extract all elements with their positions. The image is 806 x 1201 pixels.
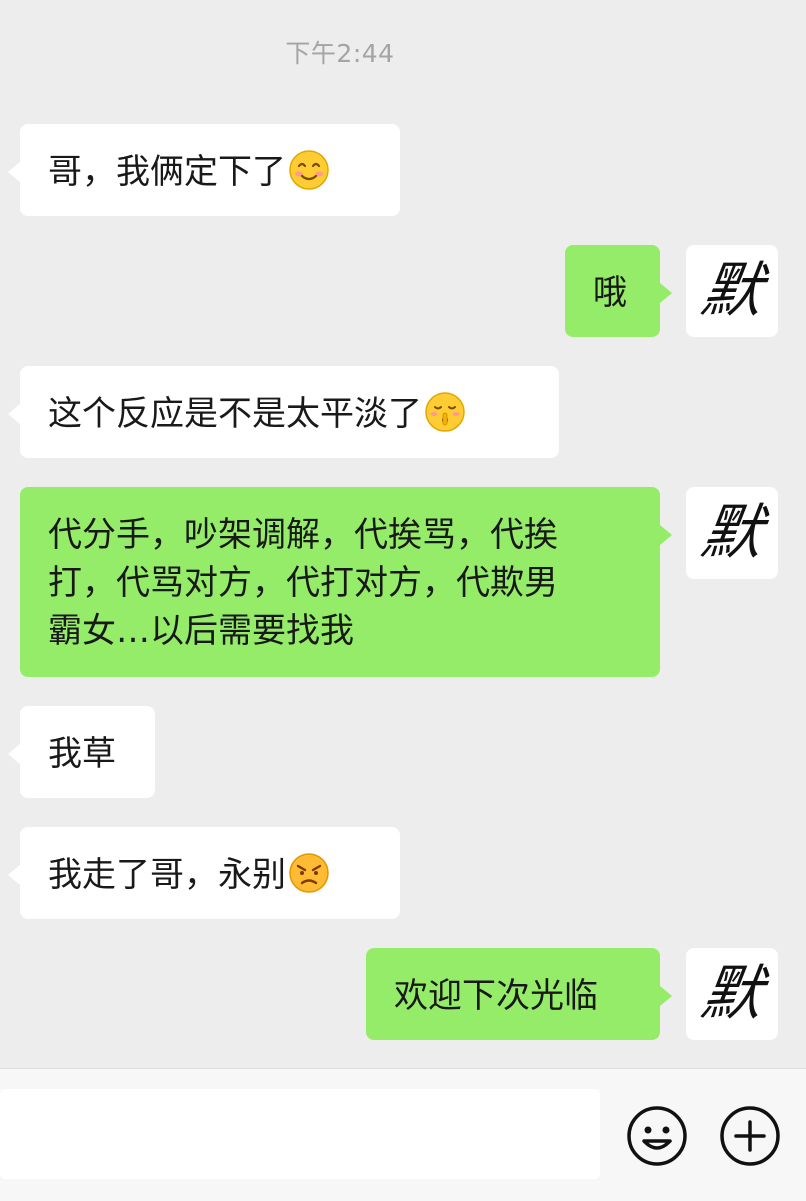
chat-area[interactable]: 下午2:44 哥，我俩定下了 哦 默 这个反应是不是太平淡了 代分手，吵架调解，…: [0, 0, 806, 1068]
angry-face-icon: [289, 853, 329, 893]
avatar[interactable]: 默: [686, 487, 778, 579]
message-bubble-incoming[interactable]: 我草: [8, 706, 155, 798]
avatar-character: 默: [697, 256, 767, 326]
message-bubble-outgoing[interactable]: 欢迎下次光临: [366, 948, 672, 1040]
message-bubble-outgoing[interactable]: 哦: [565, 245, 672, 337]
message-text-line: 霸女…以后需要找我: [48, 611, 354, 651]
message-text: 哦: [593, 273, 627, 313]
message-bubble-incoming[interactable]: 哥，我俩定下了: [8, 124, 400, 216]
message-text: 我草: [48, 734, 116, 774]
smiley-icon[interactable]: [626, 1105, 688, 1167]
message-text-line: 打，代骂对方，代打对方，代欺男: [48, 563, 558, 603]
message-text: 欢迎下次光临: [394, 976, 598, 1016]
shushing-face-icon: [425, 392, 465, 432]
message-input[interactable]: [0, 1089, 600, 1179]
message-text: 哥，我俩定下了: [48, 152, 286, 192]
plus-circle-icon[interactable]: [719, 1105, 781, 1167]
avatar[interactable]: 默: [686, 245, 778, 337]
avatar-character: 默: [697, 498, 767, 568]
input-bar: [0, 1068, 806, 1201]
message-text: 这个反应是不是太平淡了: [48, 394, 422, 434]
smiling-face-icon: [289, 150, 329, 190]
message-bubble-outgoing[interactable]: 代分手，吵架调解，代挨骂，代挨 打，代骂对方，代打对方，代欺男 霸女…以后需要找…: [20, 487, 672, 677]
message-bubble-incoming[interactable]: 这个反应是不是太平淡了: [8, 366, 559, 458]
message-text-line: 代分手，吵架调解，代挨骂，代挨: [48, 515, 558, 555]
avatar-character: 默: [697, 959, 767, 1029]
chat-timestamp: 下午2:44: [285, 39, 395, 68]
avatar[interactable]: 默: [686, 948, 778, 1040]
message-text: 我走了哥，永别: [48, 855, 286, 895]
message-bubble-incoming[interactable]: 我走了哥，永别: [8, 827, 400, 919]
